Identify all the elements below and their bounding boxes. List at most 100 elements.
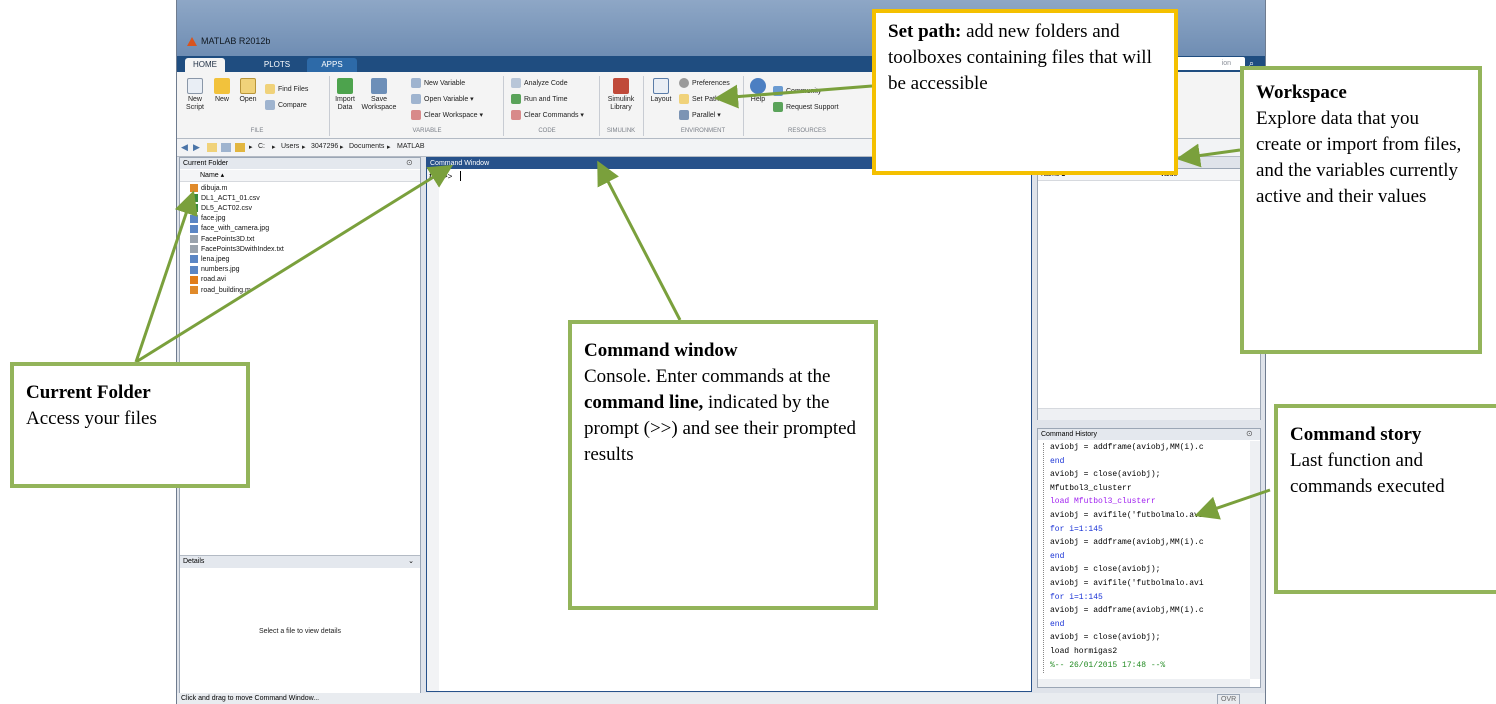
file-item[interactable]: FacePoints3DwithIndex.txt [190, 245, 284, 254]
details-header[interactable]: Details ⌄ [180, 555, 420, 568]
history-line[interactable]: aviobj = close(aviobj); [1050, 565, 1160, 574]
analyze-code-button[interactable]: Analyze Code [511, 78, 568, 88]
save-workspace-button[interactable]: Save Workspace [361, 78, 397, 112]
file-item[interactable]: numbers.jpg [190, 265, 240, 274]
clear-workspace-label: Clear Workspace ▾ [424, 112, 484, 119]
history-line[interactable]: Mfutbol3_clusterr [1050, 484, 1132, 493]
chevron-down-icon[interactable]: ⌄ [408, 556, 414, 568]
panel-menu-icon[interactable]: ⊙ [1246, 429, 1253, 438]
open-button[interactable]: Open [237, 78, 259, 104]
preferences-button[interactable]: Preferences [679, 78, 730, 88]
file-item[interactable]: road.avi [190, 275, 226, 284]
request-support-button[interactable]: Request Support [773, 102, 839, 112]
path-separator: ▸ [302, 144, 306, 151]
community-button[interactable]: Community [773, 86, 821, 96]
horizontal-scrollbar[interactable] [1038, 408, 1260, 420]
find-files-button[interactable]: Find Files [265, 84, 308, 94]
file-avi-icon [190, 275, 198, 284]
new-script-button[interactable]: New Script [183, 78, 207, 112]
history-line[interactable]: aviobj = addframe(aviobj,MM(i).c [1050, 538, 1204, 547]
compare-button[interactable]: Compare [265, 100, 307, 110]
open-variable-label: Open Variable ▾ [424, 96, 474, 103]
new-button[interactable]: New [211, 78, 233, 104]
fx-icon[interactable]: fx [429, 171, 436, 181]
up-folder-icon[interactable] [207, 143, 217, 152]
analyze-code-label: Analyze Code [524, 79, 568, 87]
run-and-time-button[interactable]: Run and Time [511, 94, 568, 104]
resources-group-label: RESOURCES [787, 128, 826, 134]
clear-workspace-button[interactable]: Clear Workspace ▾ [411, 110, 483, 120]
panel-menu-icon[interactable]: ⊙ [406, 158, 413, 167]
history-line[interactable]: end [1050, 457, 1064, 466]
import-data-label: Import Data [335, 96, 355, 111]
path-segment-documents[interactable]: Documents [349, 143, 384, 150]
path-segment-users[interactable]: Users [281, 143, 299, 150]
file-jpg-icon [190, 214, 198, 223]
save-workspace-icon [371, 78, 387, 94]
history-line[interactable]: aviobj = addframe(aviobj,MM(i).c [1050, 443, 1204, 452]
history-line[interactable]: end [1050, 552, 1064, 561]
history-line[interactable]: load hormigas2 [1050, 647, 1117, 656]
import-data-button[interactable]: Import Data [333, 78, 357, 112]
simulink-library-label: Simulink Library [607, 96, 635, 111]
vertical-scrollbar[interactable] [1250, 441, 1260, 679]
history-line[interactable]: end [1050, 620, 1064, 629]
file-m-icon [190, 286, 198, 294]
path-segment-drive[interactable]: C: [258, 143, 265, 150]
file-name: lena.jpeg [201, 255, 230, 263]
back-arrow-icon[interactable]: ◀ [181, 142, 188, 153]
set-path-icon [679, 94, 689, 104]
name-header-label: Name ▴ [200, 172, 225, 179]
history-line[interactable]: aviobj = close(aviobj); [1050, 470, 1160, 479]
file-item[interactable]: DL5_ACT02.csv [190, 204, 252, 213]
tab-apps[interactable]: APPS [307, 58, 357, 72]
open-label: Open [239, 96, 257, 103]
new-variable-button[interactable]: New Variable [411, 78, 465, 88]
file-item[interactable]: road_building.m [190, 286, 251, 294]
file-item[interactable]: FacePoints3D.txt [190, 235, 254, 243]
run-and-time-icon [511, 94, 521, 104]
file-m-icon [190, 184, 198, 192]
layout-button[interactable]: Layout [647, 78, 675, 104]
file-item[interactable]: dibuja.m [190, 184, 227, 192]
name-column-header[interactable]: Name ▴ [180, 170, 420, 182]
status-bar: Click and drag to move Command Window...… [177, 693, 1265, 704]
horizontal-scrollbar[interactable] [1038, 679, 1250, 687]
workspace-callout-body: Explore data that you create or import f… [1256, 108, 1462, 207]
history-line[interactable]: aviobj = addframe(aviobj,MM(i).c [1050, 606, 1204, 615]
clear-commands-button[interactable]: Clear Commands ▾ [511, 110, 584, 120]
workspace-callout-title: Workspace [1256, 82, 1347, 103]
file-item[interactable]: face.jpg [190, 214, 226, 223]
path-separator: ▸ [340, 144, 344, 151]
browse-folder-icon[interactable] [221, 143, 231, 152]
help-button[interactable]: Help [747, 78, 769, 104]
file-item[interactable]: DL1_ACT1_01.csv [190, 194, 260, 203]
tab-plots[interactable]: PLOTS [249, 58, 305, 72]
file-item[interactable]: lena.jpeg [190, 255, 230, 264]
history-line[interactable]: load Mfutbol3_clusterr [1050, 497, 1156, 506]
history-line[interactable]: for i=1:145 [1050, 525, 1103, 534]
open-variable-button[interactable]: Open Variable ▾ [411, 94, 474, 104]
history-line[interactable]: aviobj = close(aviobj); [1050, 633, 1160, 642]
path-separator: ▸ [387, 144, 391, 151]
set-path-button[interactable]: Set Path [679, 94, 719, 104]
group-divider [643, 76, 644, 136]
command-window-callout-title: Command window [584, 340, 738, 361]
path-segment-matlab[interactable]: MATLAB [397, 143, 425, 150]
file-item[interactable]: face_with_camera.jpg [190, 224, 269, 233]
simulink-icon [613, 78, 629, 94]
forward-arrow-icon[interactable]: ▶ [193, 142, 200, 153]
command-story-callout-body: Last function and commands executed [1290, 450, 1445, 497]
details-title: Details [183, 558, 205, 565]
parallel-button[interactable]: Parallel ▾ [679, 110, 721, 120]
history-line[interactable]: aviobj = avifile('futbolmalo.avi [1050, 511, 1204, 520]
file-name: DL5_ACT02.csv [201, 204, 252, 212]
clear-workspace-icon [411, 110, 421, 120]
history-line[interactable]: aviobj = avifile('futbolmalo.avi [1050, 579, 1204, 588]
workspace-panel: Name ▴ Value [1037, 168, 1261, 420]
path-segment-user[interactable]: 3047296 [311, 143, 338, 150]
history-line[interactable]: %-- 26/01/2015 17:48 --% [1050, 661, 1165, 670]
history-line[interactable]: for i=1:145 [1050, 593, 1103, 602]
simulink-library-button[interactable]: Simulink Library [605, 78, 637, 112]
tab-home[interactable]: HOME [185, 58, 225, 72]
